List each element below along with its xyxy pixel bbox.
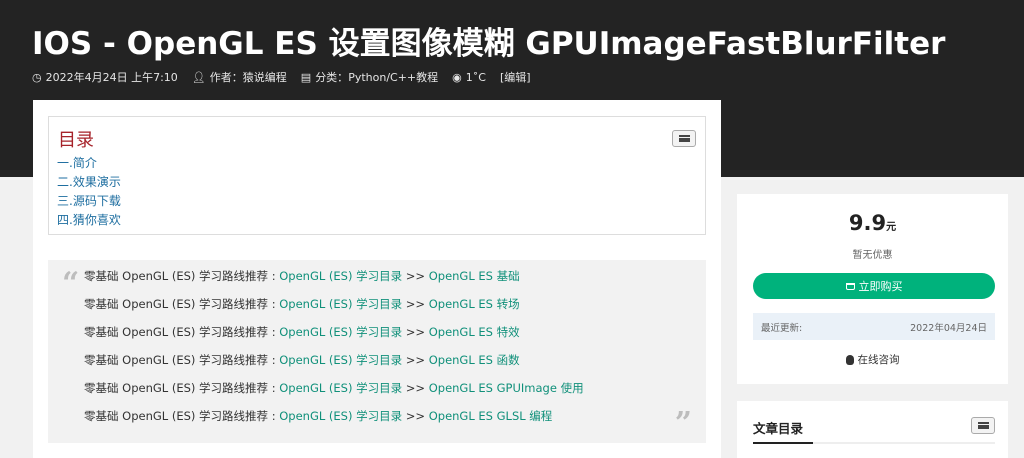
catalog-link[interactable]: OpenGL (ES) 学习目录: [279, 353, 402, 367]
edit-link[interactable]: [编辑]: [500, 69, 531, 85]
quote-separator: >>: [402, 269, 429, 283]
meta-date-text: 2022年4月24日 上午7:10: [46, 69, 178, 85]
sidebar-toc-toggle-button[interactable]: [971, 417, 995, 434]
quote-line: 零基础 OpenGL (ES) 学习路线推荐 : OpenGL (ES) 学习目…: [84, 297, 584, 325]
buy-now-button[interactable]: 立即购买: [753, 273, 995, 299]
topic-link[interactable]: OpenGL ES 函数: [429, 353, 520, 367]
quote-separator: >>: [402, 381, 429, 395]
meta-author[interactable]: 👤︎ 作者： 猿说编程: [192, 69, 287, 85]
quote-prefix: 零基础 OpenGL (ES) 学习路线推荐 :: [84, 325, 279, 339]
quote-prefix: 零基础 OpenGL (ES) 学习路线推荐 :: [84, 381, 279, 395]
quote-prefix: 零基础 OpenGL (ES) 学习路线推荐 :: [84, 353, 279, 367]
divider: [753, 442, 995, 444]
price: 9.9元: [737, 211, 1008, 235]
topic-link[interactable]: OpenGL ES 基础: [429, 269, 520, 283]
catalog-link[interactable]: OpenGL (ES) 学习目录: [279, 381, 402, 395]
quote-separator: >>: [402, 353, 429, 367]
toc-item-number: 二.: [57, 175, 73, 189]
toc-item-label[interactable]: 简介: [73, 156, 97, 170]
quote-separator: >>: [402, 325, 429, 339]
eye-icon: ◉: [452, 71, 462, 84]
price-unit: 元: [886, 222, 896, 233]
quote-line: 零基础 OpenGL (ES) 学习路线推荐 : OpenGL (ES) 学习目…: [84, 269, 584, 297]
toc-item[interactable]: 二.效果演示: [57, 173, 121, 192]
folder-icon: ▤: [301, 71, 311, 84]
toc-item-label[interactable]: 源码下载: [73, 194, 121, 208]
sidebar-article-toc: 文章目录: [737, 401, 1008, 458]
toc-item-label[interactable]: 猜你喜欢: [73, 213, 121, 227]
meta-category-prefix: 分类：: [315, 69, 348, 85]
meta-date: ◷ 2022年4月24日 上午7:10: [32, 69, 178, 85]
sidebar-toc-title: 文章目录: [753, 418, 803, 437]
user-icon: 👤︎: [192, 71, 206, 84]
toc-toggle-button[interactable]: [672, 130, 696, 147]
discount-text: 暂无优惠: [737, 246, 1008, 261]
quote-prefix: 零基础 OpenGL (ES) 学习路线推荐 :: [84, 297, 279, 311]
page-title: IOS - OpenGL ES 设置图像模糊 GPUImageFastBlurF…: [32, 18, 945, 63]
recommend-quote: “ 零基础 OpenGL (ES) 学习路线推荐 : OpenGL (ES) 学…: [48, 260, 706, 443]
topic-link[interactable]: OpenGL ES GLSL 编程: [429, 409, 553, 423]
toc-item-number: 四.: [57, 213, 73, 227]
toc-list: 一.简介 二.效果演示 三.源码下载 四.猜你喜欢: [57, 154, 121, 230]
meta-author-name[interactable]: 猿说编程: [243, 69, 287, 85]
topic-link[interactable]: OpenGL ES GPUImage 使用: [429, 381, 584, 395]
online-consult-link[interactable]: 在线咨询: [737, 352, 1008, 367]
last-updated-date: 2022年04月24日: [910, 320, 987, 334]
quote-line: 零基础 OpenGL (ES) 学习路线推荐 : OpenGL (ES) 学习目…: [84, 325, 584, 353]
catalog-link[interactable]: OpenGL (ES) 学习目录: [279, 269, 402, 283]
clock-icon: ◷: [32, 71, 42, 84]
quote-prefix: 零基础 OpenGL (ES) 学习路线推荐 :: [84, 409, 279, 423]
quote-separator: >>: [402, 297, 429, 311]
last-updated: 最近更新: 2022年04月24日: [753, 313, 995, 340]
quote-close-icon: ”: [675, 406, 692, 441]
price-value: 9.9: [849, 211, 886, 235]
catalog-link[interactable]: OpenGL (ES) 学习目录: [279, 297, 402, 311]
topic-link[interactable]: OpenGL ES 特效: [429, 325, 520, 339]
quote-line: 零基础 OpenGL (ES) 学习路线推荐 : OpenGL (ES) 学习目…: [84, 409, 584, 437]
toc-item-number: 三.: [57, 194, 73, 208]
post-meta: ◷ 2022年4月24日 上午7:10 👤︎ 作者： 猿说编程 ▤ 分类： Py…: [32, 69, 545, 85]
toc-item[interactable]: 一.简介: [57, 154, 121, 173]
toc-item-label[interactable]: 效果演示: [73, 175, 121, 189]
meta-views: ◉ 1˚C: [452, 71, 486, 84]
toc-title: 目录: [58, 126, 94, 152]
toc-item[interactable]: 三.源码下载: [57, 192, 121, 211]
cart-icon: [846, 283, 855, 290]
list-icon: [978, 422, 989, 429]
quote-prefix: 零基础 OpenGL (ES) 学习路线推荐 :: [84, 269, 279, 283]
quote-line: 零基础 OpenGL (ES) 学习路线推荐 : OpenGL (ES) 学习目…: [84, 381, 584, 409]
last-updated-label: 最近更新:: [761, 320, 802, 334]
buy-now-label: 立即购买: [859, 278, 903, 294]
table-of-contents: 目录 一.简介 二.效果演示 三.源码下载 四.猜你喜欢: [48, 116, 706, 235]
topic-link[interactable]: OpenGL ES 转场: [429, 297, 520, 311]
meta-views-text: 1˚C: [466, 71, 486, 84]
online-consult-label[interactable]: 在线咨询: [858, 352, 900, 367]
catalog-link[interactable]: OpenGL (ES) 学习目录: [279, 325, 402, 339]
quote-separator: >>: [402, 409, 429, 423]
catalog-link[interactable]: OpenGL (ES) 学习目录: [279, 409, 402, 423]
quote-lines: 零基础 OpenGL (ES) 学习路线推荐 : OpenGL (ES) 学习目…: [84, 269, 584, 437]
meta-author-prefix: 作者：: [210, 69, 243, 85]
article-body: 目录 一.简介 二.效果演示 三.源码下载 四.猜你喜欢 “ 零基础 OpenG…: [33, 100, 721, 458]
list-icon: [679, 135, 690, 142]
quote-line: 零基础 OpenGL (ES) 学习路线推荐 : OpenGL (ES) 学习目…: [84, 353, 584, 381]
quote-open-icon: “: [62, 266, 79, 301]
toc-item-number: 一.: [57, 156, 73, 170]
purchase-widget: 9.9元 暂无优惠 立即购买 最近更新: 2022年04月24日 在线咨询: [737, 194, 1008, 384]
meta-category[interactable]: ▤ 分类： Python/C++教程: [301, 69, 438, 85]
meta-category-name[interactable]: Python/C++教程: [348, 69, 438, 85]
qq-icon: [846, 355, 854, 365]
toc-item[interactable]: 四.猜你喜欢: [57, 211, 121, 230]
